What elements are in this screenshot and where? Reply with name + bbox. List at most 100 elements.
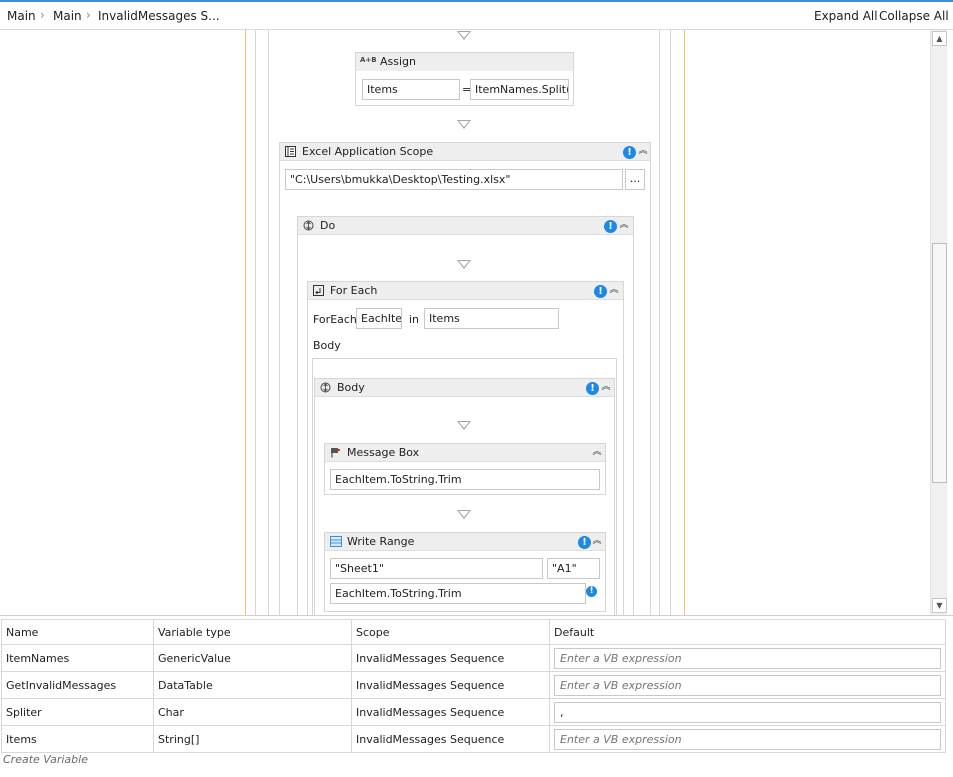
variable-type[interactable]: Char xyxy=(153,698,352,726)
variables-panel: Name Variable type Scope Default ItemNam… xyxy=(0,615,953,777)
drop-arrow-icon[interactable] xyxy=(457,260,471,269)
collapse-icon[interactable]: ︽ xyxy=(591,536,603,548)
default-value-input[interactable] xyxy=(554,701,941,723)
scroll-up-icon[interactable]: ▲ xyxy=(932,31,947,46)
browse-button[interactable]: ... xyxy=(625,169,645,190)
foreach-collection-field[interactable]: Items xyxy=(424,308,559,329)
info-icon[interactable]: ! xyxy=(604,220,617,233)
body-header[interactable]: Body ! ︽ xyxy=(315,379,614,397)
info-icon[interactable]: ! xyxy=(586,382,599,395)
chevron-right-icon: › xyxy=(86,8,91,22)
excel-scope-icon xyxy=(285,146,296,157)
info-icon[interactable]: ! xyxy=(594,285,607,298)
scope-border-right xyxy=(684,30,685,615)
variable-scope[interactable]: InvalidMessages Sequence xyxy=(351,698,550,726)
scrollbar-thumb[interactable] xyxy=(932,243,947,483)
drop-arrow-icon[interactable] xyxy=(457,421,471,430)
for-each-activity[interactable]: For Each ! ︽ ForEach EachIten in Items B… xyxy=(307,281,624,615)
sequence-icon xyxy=(303,220,314,231)
body-container[interactable]: Body ! ︽ Message Box ︽ EachItem.ToString… xyxy=(312,358,617,615)
assign-activity[interactable]: A+B Assign Items = ItemNames.Split(S( xyxy=(355,52,574,106)
expand-all-button[interactable]: Expand All xyxy=(814,9,878,23)
message-box-activity[interactable]: Message Box ︽ EachItem.ToString.Trim xyxy=(324,443,606,495)
for-each-title: For Each xyxy=(330,284,378,297)
assign-icon: A+B xyxy=(360,56,377,64)
assign-value-field[interactable]: ItemNames.Split(S( xyxy=(470,79,569,100)
variable-scope[interactable]: InvalidMessages Sequence xyxy=(351,644,550,672)
message-box-icon xyxy=(330,447,341,458)
collapse-icon[interactable]: ︽ xyxy=(591,447,603,459)
drop-arrow-icon[interactable] xyxy=(457,31,471,40)
breadcrumb-item-main[interactable]: Main xyxy=(53,9,82,23)
variable-type[interactable]: GenericValue xyxy=(153,644,352,672)
sequence-border-right xyxy=(670,30,671,615)
sequence-border-inner-left xyxy=(268,30,269,615)
variable-type[interactable]: String[] xyxy=(153,725,352,753)
foreach-label: ForEach xyxy=(313,313,357,326)
variable-name[interactable]: ItemNames xyxy=(1,644,154,672)
breadcrumb-item-main-root[interactable]: Main xyxy=(7,9,36,23)
sheet-name-field[interactable]: "Sheet1" xyxy=(330,558,543,579)
info-icon[interactable]: ! xyxy=(578,536,591,549)
breadcrumb-item-current[interactable]: InvalidMessages S... xyxy=(98,9,220,23)
variables-table: Name Variable type Scope Default ItemNam… xyxy=(1,619,946,753)
body-sequence[interactable]: Body ! ︽ Message Box ︽ EachItem.ToString… xyxy=(314,378,615,615)
variable-name[interactable]: Items xyxy=(1,725,154,753)
body-title: Body xyxy=(337,381,365,394)
drop-arrow-icon[interactable] xyxy=(457,510,471,519)
collapse-icon[interactable]: ︽ xyxy=(637,146,649,158)
message-box-header[interactable]: Message Box ︽ xyxy=(325,444,605,462)
variable-type[interactable]: DataTable xyxy=(153,671,352,699)
info-icon[interactable]: ! xyxy=(623,146,636,159)
variable-scope[interactable]: InvalidMessages Sequence xyxy=(351,671,550,699)
scroll-down-icon[interactable]: ▼ xyxy=(932,598,947,613)
column-header-scope[interactable]: Scope xyxy=(351,619,550,645)
sequence-border-inner-right xyxy=(659,30,660,615)
message-text-field[interactable]: EachItem.ToString.Trim xyxy=(330,469,600,490)
write-range-header[interactable]: Write Range ! ︽ xyxy=(325,533,605,551)
excel-application-scope[interactable]: Excel Application Scope ! ︽ "C:\Users\bm… xyxy=(279,142,651,615)
collapse-all-button[interactable]: Collapse All xyxy=(879,9,949,23)
sequence-icon xyxy=(320,382,331,393)
write-range-title: Write Range xyxy=(347,535,415,548)
do-sequence[interactable]: Do ! ︽ For Each ! ︽ ForEach EachIten in xyxy=(297,216,634,615)
start-cell-field[interactable]: "A1" xyxy=(547,558,600,579)
collapse-icon[interactable]: ︽ xyxy=(608,285,620,297)
create-variable-link[interactable]: Create Variable xyxy=(3,753,88,766)
designer-canvas[interactable]: A+B Assign Items = ItemNames.Split(S( Ex… xyxy=(0,30,930,615)
column-header-type[interactable]: Variable type xyxy=(153,619,352,645)
default-value-input[interactable] xyxy=(554,674,941,696)
message-box-title: Message Box xyxy=(347,446,420,459)
do-title: Do xyxy=(320,219,336,232)
excel-scope-header[interactable]: Excel Application Scope ! ︽ xyxy=(280,143,650,161)
datatable-field[interactable]: EachItem.ToString.Trim xyxy=(330,583,586,604)
table-row[interactable]: GetInvalidMessages DataTable InvalidMess… xyxy=(1,671,946,699)
scope-border-left xyxy=(245,30,246,615)
default-value-input[interactable] xyxy=(554,647,941,669)
variable-name[interactable]: Spliter xyxy=(1,698,154,726)
info-icon[interactable]: ! xyxy=(586,586,597,597)
column-header-default[interactable]: Default xyxy=(549,619,946,645)
body-label: Body xyxy=(313,339,341,352)
workbook-path-field[interactable]: "C:\Users\bmukka\Desktop\Testing.xlsx" xyxy=(285,169,623,190)
do-header[interactable]: Do ! ︽ xyxy=(298,217,633,235)
chevron-right-icon: › xyxy=(40,8,45,22)
for-each-header[interactable]: For Each ! ︽ xyxy=(308,282,623,300)
foreach-item-field[interactable]: EachIten xyxy=(356,308,402,329)
table-row[interactable]: ItemNames GenericValue InvalidMessages S… xyxy=(1,644,946,672)
collapse-icon[interactable]: ︽ xyxy=(618,220,630,232)
table-header-row: Name Variable type Scope Default xyxy=(1,619,946,645)
collapse-icon[interactable]: ︽ xyxy=(600,382,612,394)
table-row[interactable]: Spliter Char InvalidMessages Sequence xyxy=(1,698,946,726)
default-value-input[interactable] xyxy=(554,728,941,750)
write-range-activity[interactable]: Write Range ! ︽ "Sheet1" "A1" EachItem.T… xyxy=(324,532,606,612)
assign-to-field[interactable]: Items xyxy=(362,79,460,100)
canvas-scrollbar[interactable]: ▲ ▼ xyxy=(930,30,947,615)
variable-name[interactable]: GetInvalidMessages xyxy=(1,671,154,699)
column-header-name[interactable]: Name xyxy=(1,619,154,645)
drop-arrow-icon[interactable] xyxy=(457,120,471,129)
variable-scope[interactable]: InvalidMessages Sequence xyxy=(351,725,550,753)
assign-header[interactable]: A+B Assign xyxy=(356,53,573,71)
table-row[interactable]: Items String[] InvalidMessages Sequence xyxy=(1,725,946,753)
write-range-icon xyxy=(330,536,342,547)
